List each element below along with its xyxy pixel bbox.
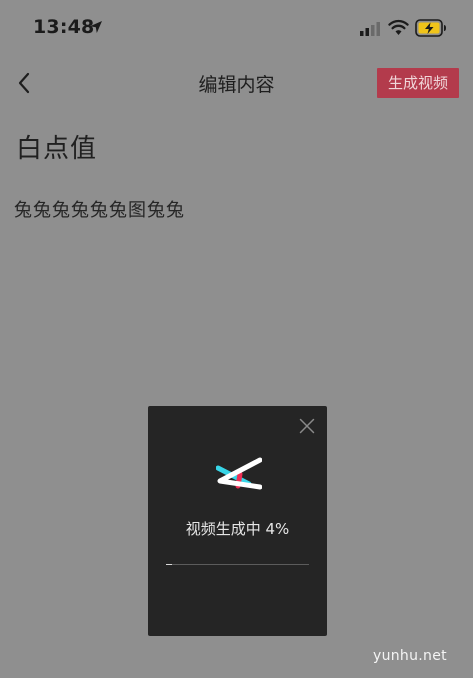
signal-icon	[360, 22, 380, 36]
progress-fill	[166, 564, 172, 565]
nav-bar: 编辑内容 生成视频	[0, 58, 473, 108]
battery-charging-icon	[415, 19, 446, 37]
generation-status-label: 视频生成中	[185, 520, 261, 538]
watermark: yunhu.net	[373, 648, 447, 664]
close-icon[interactable]	[299, 418, 315, 434]
generating-modal: 视频生成中 4%	[148, 406, 327, 636]
generate-video-button[interactable]: 生成视频	[377, 68, 459, 98]
progress-bar	[166, 564, 309, 565]
status-bar: 13:48	[0, 0, 473, 58]
generation-status: 视频生成中 4%	[148, 518, 327, 539]
generation-progress-text: 4%	[265, 520, 290, 538]
content-text: 兔兔兔兔兔兔图兔兔	[14, 200, 185, 221]
status-time: 13:48	[33, 16, 95, 38]
capcut-logo-icon	[216, 457, 262, 490]
location-icon	[90, 21, 102, 33]
content-title: 白点值	[16, 134, 98, 164]
wifi-icon	[388, 19, 409, 35]
